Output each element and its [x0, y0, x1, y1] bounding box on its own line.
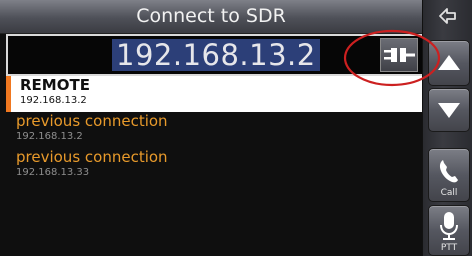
list-item[interactable]: REMOTE 192.168.13.2: [6, 76, 422, 112]
address-input[interactable]: 192.168.13.2: [112, 39, 320, 71]
connection-list: REMOTE 192.168.13.2 previous connection …: [6, 76, 422, 184]
list-item-title: previous connection: [16, 112, 168, 130]
list-item-title: previous connection: [16, 148, 168, 166]
phone-icon: [439, 160, 458, 183]
title-bar: Connect to SDR: [0, 0, 422, 34]
ptt-label: PTT: [440, 243, 458, 253]
scroll-down-button[interactable]: [428, 88, 470, 132]
page-title: Connect to SDR: [136, 5, 286, 27]
call-button[interactable]: Call: [428, 148, 470, 202]
call-label: Call: [440, 188, 458, 198]
ptt-button[interactable]: PTT: [428, 205, 470, 256]
list-item-title: REMOTE: [20, 76, 90, 94]
scroll-up-button[interactable]: [428, 40, 470, 86]
plug-icon: [384, 48, 415, 62]
triangle-down-icon: [438, 103, 460, 118]
list-item[interactable]: previous connection 192.168.13.2: [6, 112, 422, 148]
back-arrow-icon: [439, 8, 456, 24]
back-button[interactable]: [431, 4, 465, 28]
list-item-address: 192.168.13.2: [20, 95, 87, 106]
connect-sdr-screen: Connect to SDR 192.168.13.2 REMOTE 192.1…: [0, 0, 472, 256]
list-item-address: 192.168.13.2: [16, 131, 83, 142]
microphone-icon: [440, 212, 458, 240]
list-item[interactable]: previous connection 192.168.13.33: [6, 148, 422, 184]
side-control-bar: Call PTT: [422, 0, 472, 256]
address-row: 192.168.13.2: [6, 34, 422, 76]
triangle-up-icon: [438, 55, 460, 70]
list-item-address: 192.168.13.33: [16, 167, 90, 178]
connect-button[interactable]: [380, 38, 418, 72]
